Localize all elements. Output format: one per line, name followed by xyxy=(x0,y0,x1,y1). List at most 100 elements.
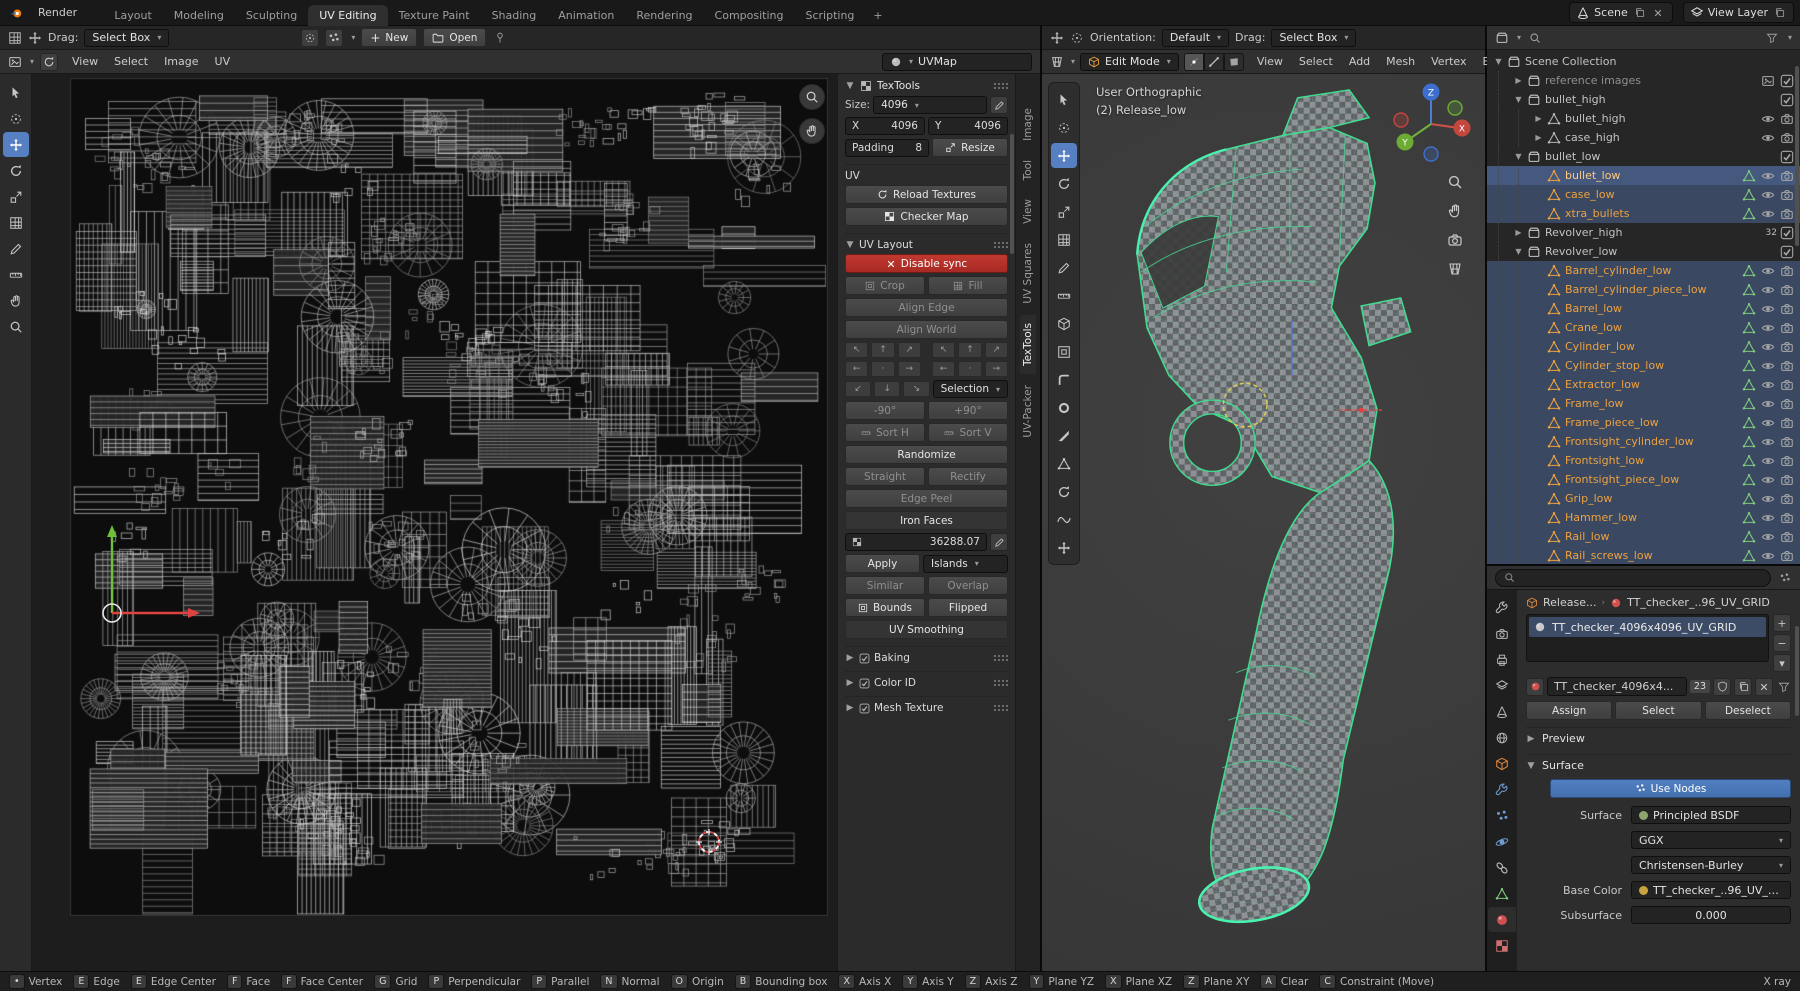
eye-toggle-icon[interactable] xyxy=(1761,283,1775,297)
select-box-tool[interactable] xyxy=(3,80,29,105)
expand-arrow-icon[interactable]: ▶ xyxy=(1512,228,1525,237)
breadcrumb-material[interactable]: TT_checker_..96_UV_GRID xyxy=(1627,596,1770,609)
outliner-row-revolver-high[interactable]: ▶Revolver_high32 xyxy=(1487,223,1800,242)
align-arrow-button[interactable]: ← xyxy=(932,361,955,377)
view-layer-copy-button[interactable] xyxy=(1772,5,1787,20)
image-toggle-icon[interactable] xyxy=(1761,74,1775,88)
tri-toggle-icon[interactable] xyxy=(1742,454,1756,468)
align-arrow-button[interactable]: · xyxy=(871,361,894,377)
expand-arrow-icon[interactable]: ▶ xyxy=(1532,114,1545,123)
cam-toggle-icon[interactable] xyxy=(1780,321,1794,335)
check-toggle-icon[interactable] xyxy=(1780,93,1794,107)
mesh-texture-section-header[interactable]: ▶Mesh Texture xyxy=(845,696,1008,714)
world-properties-tab[interactable] xyxy=(1488,725,1516,750)
iron-faces-button[interactable]: Iron Faces xyxy=(845,511,1008,530)
panel-tab-view[interactable]: View xyxy=(1020,191,1036,232)
disable-sync-button[interactable]: Disable sync xyxy=(845,254,1008,273)
grab-tool[interactable] xyxy=(3,288,29,313)
size-x-field[interactable]: X4096 xyxy=(845,117,925,135)
eye-toggle-icon[interactable] xyxy=(1761,492,1775,506)
uv-drag-mode-select[interactable]: Select Box▾ xyxy=(84,29,169,47)
surface-section-header[interactable]: ▼Surface xyxy=(1526,754,1791,774)
panel-grip-icon[interactable] xyxy=(993,654,1008,662)
material-slot-list[interactable]: TT_checker_4096x4096_UV_GRID xyxy=(1526,614,1769,662)
cam-toggle-icon[interactable] xyxy=(1780,340,1794,354)
tri-toggle-icon[interactable] xyxy=(1742,359,1756,373)
users-count-badge[interactable]: 23 xyxy=(1690,680,1710,693)
particles-properties-tab[interactable] xyxy=(1488,803,1516,828)
transform-tool[interactable] xyxy=(3,210,29,235)
outliner-row-bullet-high[interactable]: ▼bullet_high xyxy=(1487,90,1800,109)
workspace-tab-texture-paint[interactable]: Texture Paint xyxy=(388,5,481,26)
outliner-row-frontsight-piece-low[interactable]: Frontsight_piece_low xyxy=(1487,470,1800,489)
subsurface-method-select[interactable]: Christensen-Burley▾ xyxy=(1631,856,1791,874)
outliner-type-icon[interactable] xyxy=(1495,31,1509,45)
workspace-tab-sculpting[interactable]: Sculpting xyxy=(235,5,308,26)
use-nodes-button[interactable]: Use Nodes xyxy=(1550,779,1791,798)
outliner-search-icon[interactable] xyxy=(1527,30,1542,45)
select-overlap-button[interactable]: Overlap xyxy=(928,576,1008,595)
align-arrow-button[interactable]: → xyxy=(985,361,1008,377)
panel-grip-icon[interactable] xyxy=(993,704,1008,712)
material-name-field[interactable]: TT_checker_4096x4... xyxy=(1547,677,1687,696)
cam-toggle-icon[interactable] xyxy=(1780,169,1794,183)
eye-toggle-icon[interactable] xyxy=(1761,302,1775,316)
uv-menu-select[interactable]: Select xyxy=(106,52,156,71)
pin-icon[interactable] xyxy=(492,30,507,45)
check-toggle-icon[interactable] xyxy=(1780,150,1794,164)
align-arrow-button[interactable]: ↓ xyxy=(874,381,900,397)
outliner-row-revolver-low[interactable]: ▼Revolver_low xyxy=(1487,242,1800,261)
outliner-row-bullet-low[interactable]: bullet_low xyxy=(1487,166,1800,185)
align-arrow-button[interactable]: ↘ xyxy=(903,381,929,397)
scene-copy-button[interactable] xyxy=(1632,5,1647,20)
smooth-tool[interactable] xyxy=(1051,507,1077,532)
cam-toggle-icon[interactable] xyxy=(1780,473,1794,487)
eye-toggle-icon[interactable] xyxy=(1761,321,1775,335)
expand-arrow-icon[interactable]: ▼ xyxy=(1512,247,1525,256)
expand-arrow-icon[interactable]: ▼ xyxy=(1492,57,1505,66)
bevel-tool[interactable] xyxy=(1051,367,1077,392)
size-y-field[interactable]: Y4096 xyxy=(928,117,1008,135)
scene-selector[interactable]: Scene xyxy=(1569,2,1673,23)
align-arrow-button[interactable]: ↖ xyxy=(932,342,955,358)
align-arrow-button[interactable]: ↑ xyxy=(958,342,981,358)
textools-panel-header[interactable]: ▼ TexTools xyxy=(845,80,1008,92)
check-toggle-icon[interactable] xyxy=(1780,226,1794,240)
subsurface-slider[interactable]: 0.000 xyxy=(1631,906,1791,924)
color-id-section-header[interactable]: ▶Color ID xyxy=(845,671,1008,689)
material-properties-tab[interactable] xyxy=(1488,907,1516,932)
edge-select-button[interactable] xyxy=(1204,53,1224,71)
uv-menu-uv[interactable]: UV xyxy=(207,52,239,71)
surface-shader-select[interactable]: Principled BSDF xyxy=(1631,806,1791,824)
expand-arrow-icon[interactable]: ▼ xyxy=(1512,152,1525,161)
tool-properties-tab[interactable] xyxy=(1488,595,1516,620)
check-toggle-icon[interactable] xyxy=(1780,74,1794,88)
outliner-row-rail-screws-low[interactable]: Rail_screws_low xyxy=(1487,546,1800,564)
menu-render[interactable]: Render xyxy=(30,3,89,22)
material-slot-item[interactable]: TT_checker_4096x4096_UV_GRID xyxy=(1529,617,1766,637)
outliner-row-frontsight-low[interactable]: Frontsight_low xyxy=(1487,451,1800,470)
eye-toggle-icon[interactable] xyxy=(1761,473,1775,487)
eye-toggle-icon[interactable] xyxy=(1761,435,1775,449)
eye-toggle-icon[interactable] xyxy=(1761,454,1775,468)
uv-menu-view[interactable]: View xyxy=(64,52,106,71)
tri-toggle-icon[interactable] xyxy=(1742,302,1756,316)
panel-tab-textools[interactable]: TexTools xyxy=(1020,315,1036,374)
tri-toggle-icon[interactable] xyxy=(1742,416,1756,430)
outliner-row-xtra-bullets[interactable]: xtra_bullets xyxy=(1487,204,1800,223)
unlink-material-button[interactable] xyxy=(1755,678,1773,696)
remove-slot-button[interactable]: − xyxy=(1773,634,1791,652)
outliner-row-case-low[interactable]: case_low xyxy=(1487,185,1800,204)
align-world-button[interactable]: Align World xyxy=(845,320,1008,339)
view-layer-selector[interactable]: View Layer xyxy=(1683,2,1794,23)
measure-tool[interactable] xyxy=(1051,283,1077,308)
object-data-properties-tab[interactable] xyxy=(1488,881,1516,906)
select-similar-button[interactable]: Similar xyxy=(845,576,925,595)
browse-material-button[interactable] xyxy=(1526,678,1544,696)
vp-menu-select[interactable]: Select xyxy=(1291,52,1341,71)
outliner-row-grip-low[interactable]: Grip_low xyxy=(1487,489,1800,508)
rotate-minus-90-button[interactable]: -90° xyxy=(845,401,925,420)
sort-v-button[interactable]: Sort V xyxy=(928,423,1008,442)
outliner-row-case-high[interactable]: ▶case_high xyxy=(1487,128,1800,147)
move-tool[interactable] xyxy=(1051,143,1077,168)
